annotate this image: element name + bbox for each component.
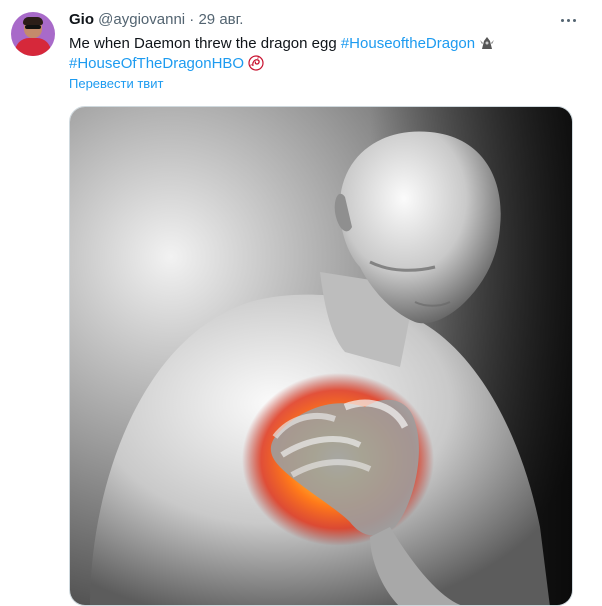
targaryen-sigil-icon — [248, 55, 264, 71]
hashtag-house-of-the-dragon-hbo[interactable]: #HouseOfTheDragonHBO — [69, 55, 244, 72]
more-options-icon[interactable] — [556, 10, 580, 30]
dragon-crest-icon — [480, 37, 495, 49]
tweet-date[interactable]: 29 авг. — [198, 11, 243, 28]
hashtag-house-of-the-dragon[interactable]: #HouseoftheDragon — [341, 35, 475, 52]
translate-tweet-link[interactable]: Перевести твит — [69, 76, 163, 91]
header-separator: · — [189, 11, 195, 28]
avatar-hair — [23, 17, 43, 25]
avatar-shirt — [15, 38, 51, 56]
tweet-media-image[interactable] — [69, 106, 573, 606]
tweet-header: Gio @aygiovanni · 29 авг. — [69, 11, 243, 28]
avatar-sunglasses — [25, 25, 41, 29]
tweet-text: Me when Daemon threw the dragon egg #Hou… — [69, 34, 589, 74]
author-name[interactable]: Gio — [69, 11, 94, 28]
author-avatar[interactable] — [11, 12, 55, 56]
author-handle[interactable]: @aygiovanni — [98, 11, 185, 28]
tweet-body-text: Me when Daemon threw the dragon egg — [69, 35, 337, 52]
heartburn-figure-illustration — [70, 107, 572, 605]
